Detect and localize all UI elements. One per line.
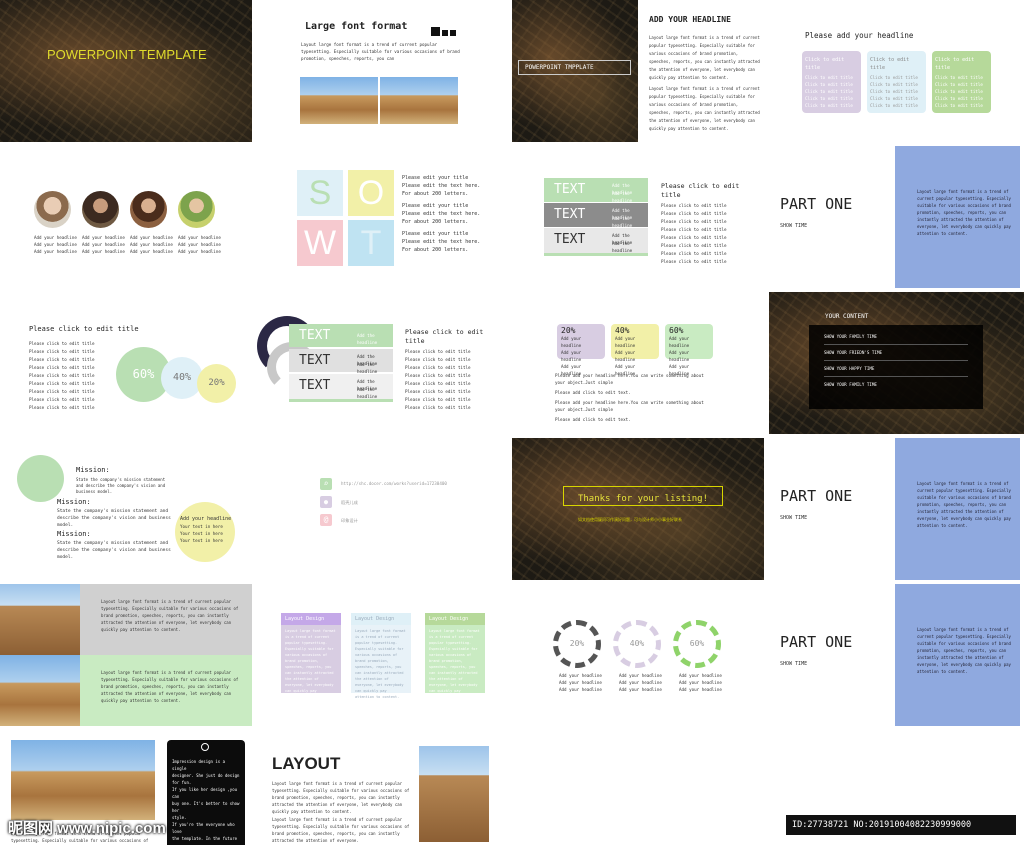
swot-w: W xyxy=(297,220,343,266)
avatar xyxy=(130,191,167,228)
slide-headline[interactable]: POWERPOINT TMPPLATE ADD YOUR HEADLINE La… xyxy=(512,0,764,142)
text-panel: Layout large font format is a trend of c… xyxy=(80,655,252,726)
design-card: Layout Design Layout large font format i… xyxy=(425,613,485,699)
slide-swot[interactable]: S O W T Please edit your title Please edi… xyxy=(257,146,507,288)
text-bar: TEXT Add the headline xyxy=(289,324,393,347)
part-title: PART ONE xyxy=(780,487,853,505)
bubble-20: 20% xyxy=(197,364,236,403)
slide-bubbles[interactable]: Please click to edit title Please click … xyxy=(0,292,252,434)
text-bar: TEXT Add the headline Add the headline xyxy=(289,349,393,374)
photo xyxy=(419,746,489,842)
slide-mission[interactable]: Mission: State the company's mission sta… xyxy=(0,438,252,580)
photo-label: POWERPOINT TMPPLATE xyxy=(518,60,631,75)
headline-bubble: Add your headline Your text in here Your … xyxy=(175,502,235,562)
thanks-box: Thanks for your listing! xyxy=(563,486,723,506)
slide-large-font[interactable]: Large font format Layout large font form… xyxy=(257,0,507,142)
slide-heading: ADD YOUR HEADLINE xyxy=(649,15,731,24)
avatar xyxy=(178,191,215,228)
slide-photo-text[interactable]: Layout large font format is a trend of c… xyxy=(0,584,252,726)
ring-60: 60% xyxy=(673,620,721,668)
slide-part-one-2[interactable]: PART ONE SHOW TIME Layout large font for… xyxy=(769,438,1024,580)
location-icon: ● xyxy=(320,496,332,508)
slide-percent-cards[interactable]: 20% Add your headline Add your headline Add… xyxy=(512,292,764,434)
paragraph: Layout large font format is a trend of c… xyxy=(649,86,760,131)
swot-s: S xyxy=(297,170,343,216)
card: Click to edit title Click to edit title C… xyxy=(932,51,991,113)
part-sub: SHOW TIME xyxy=(780,223,808,229)
text-bar: TEXT Add the headline Add the headline xyxy=(544,228,648,256)
slide-cards[interactable]: Please add your headline Click to edit t… xyxy=(769,0,1024,142)
card: Click to edit title Click to edit title C… xyxy=(802,51,861,113)
tag-hole xyxy=(201,743,209,751)
pct-card: 40% Add your headline Add your headline Add… xyxy=(611,324,659,376)
slide-part-one[interactable]: PART ONE SHOW TIME Layout large font for… xyxy=(769,146,1024,288)
pct-card: 60% Add your headline Add your headline Add… xyxy=(665,324,713,376)
avatar xyxy=(34,191,71,228)
decor-blocks xyxy=(431,21,456,40)
part-title: PART ONE xyxy=(780,195,853,213)
slide-text-bars-2[interactable]: TEXT Add the headline TEXT Add the headlin… xyxy=(257,292,507,434)
slide-heading: Please add your headline xyxy=(805,31,914,40)
slide-contact[interactable]: ⌕ http://shc.docer.com/works?userid=1723… xyxy=(257,438,507,580)
slide-heading: Large font format xyxy=(305,21,408,32)
text-bar: TEXT Add the headline Add the headline xyxy=(544,178,648,203)
notes: Please add your headline here.You can wr… xyxy=(555,373,704,422)
tag-card: Impression design is a single designer. … xyxy=(167,740,245,845)
watermark-id: ID:27738721 NO:20191004082230999000 xyxy=(786,815,1016,835)
search-icon: ⌕ xyxy=(320,478,332,490)
part-title: PART ONE xyxy=(780,633,853,651)
at-icon: @ xyxy=(320,514,332,526)
swot-o: O xyxy=(348,170,394,216)
list: Please click to edit title Please click … xyxy=(405,328,484,410)
list: Please click to edit title Please click t… xyxy=(29,341,95,410)
swot-t: T xyxy=(348,220,394,266)
design-card: Layout Design Layout large font format i… xyxy=(351,613,411,699)
slide-title-text: POWERPOINT TEMPLATE xyxy=(47,47,207,62)
ring-20: 20% xyxy=(553,620,601,668)
slide-thanks[interactable]: Thanks for your listing! 如文档使用疑问可作演好问题，可… xyxy=(512,438,764,580)
pct-card: 20% Add your headline Add your headline Add… xyxy=(557,324,605,376)
slide-heading: Please click to edit title xyxy=(29,325,139,333)
captions: Add your headline Add your headline Add yo… xyxy=(34,235,221,254)
contact-url[interactable]: http://shc.docer.com/works?userid=172304… xyxy=(341,480,447,487)
slide-heading: LAYOUT xyxy=(272,754,341,773)
photo xyxy=(380,77,458,124)
photo xyxy=(300,77,378,124)
slide-text-bars[interactable]: TEXT Add the headline Add the headline TEX… xyxy=(512,146,764,288)
list: Please click to edit title Please click … xyxy=(661,182,740,264)
part-panel: Layout large font format is a trend of c… xyxy=(895,438,1020,580)
slide-team[interactable]: Add your headline Add your headline Add yo… xyxy=(0,146,252,288)
ring-40: 40% xyxy=(613,620,661,668)
deco-circle xyxy=(17,455,64,502)
avatar xyxy=(82,191,119,228)
ring-captions: Add your headline Add your headline Add yo… xyxy=(559,673,722,692)
slide-layout-design[interactable]: Layout Design Layout large font format i… xyxy=(257,584,507,726)
slide-your-content[interactable]: YOUR CONTENT SHOW YOUR FAMILY TIME SHOW … xyxy=(769,292,1024,434)
design-card: Layout Design Layout large font format i… xyxy=(281,613,341,699)
text-bar: TEXT Add the headline Add the headline xyxy=(544,203,648,228)
slide-title[interactable]: POWERPOINT TEMPLATE xyxy=(0,0,252,142)
photo xyxy=(11,740,155,820)
content-box: YOUR CONTENT SHOW YOUR FAMILY TIME SHOW … xyxy=(809,313,983,409)
slide-part-one-3[interactable]: PART ONE SHOW TIME Layout large font for… xyxy=(769,584,1024,726)
photo xyxy=(0,655,80,726)
watermark-brand: 昵图网 www.nipic.com xyxy=(8,820,166,837)
text-bar: TEXT Add the headline Add the headline xyxy=(289,374,393,402)
paragraph: Layout large font format is a trend of c… xyxy=(649,35,760,80)
photo xyxy=(0,584,80,655)
slide-layout[interactable]: LAYOUT Layout large font format is a tre… xyxy=(257,730,507,845)
slide-rings[interactable]: 20% 40% 60% Add your headline Add your he… xyxy=(512,584,764,726)
part-panel: Layout large font format is a trend of c… xyxy=(895,146,1020,288)
swot-text: Please edit your title Please edit the te… xyxy=(402,175,481,253)
card: Click to edit title Click to edit title C… xyxy=(867,51,926,113)
text-panel: Layout large font format is a trend of c… xyxy=(80,584,252,655)
part-panel: Layout large font format is a trend of c… xyxy=(895,584,1020,726)
slide-body: Layout large font format is a trend of c… xyxy=(301,42,460,61)
